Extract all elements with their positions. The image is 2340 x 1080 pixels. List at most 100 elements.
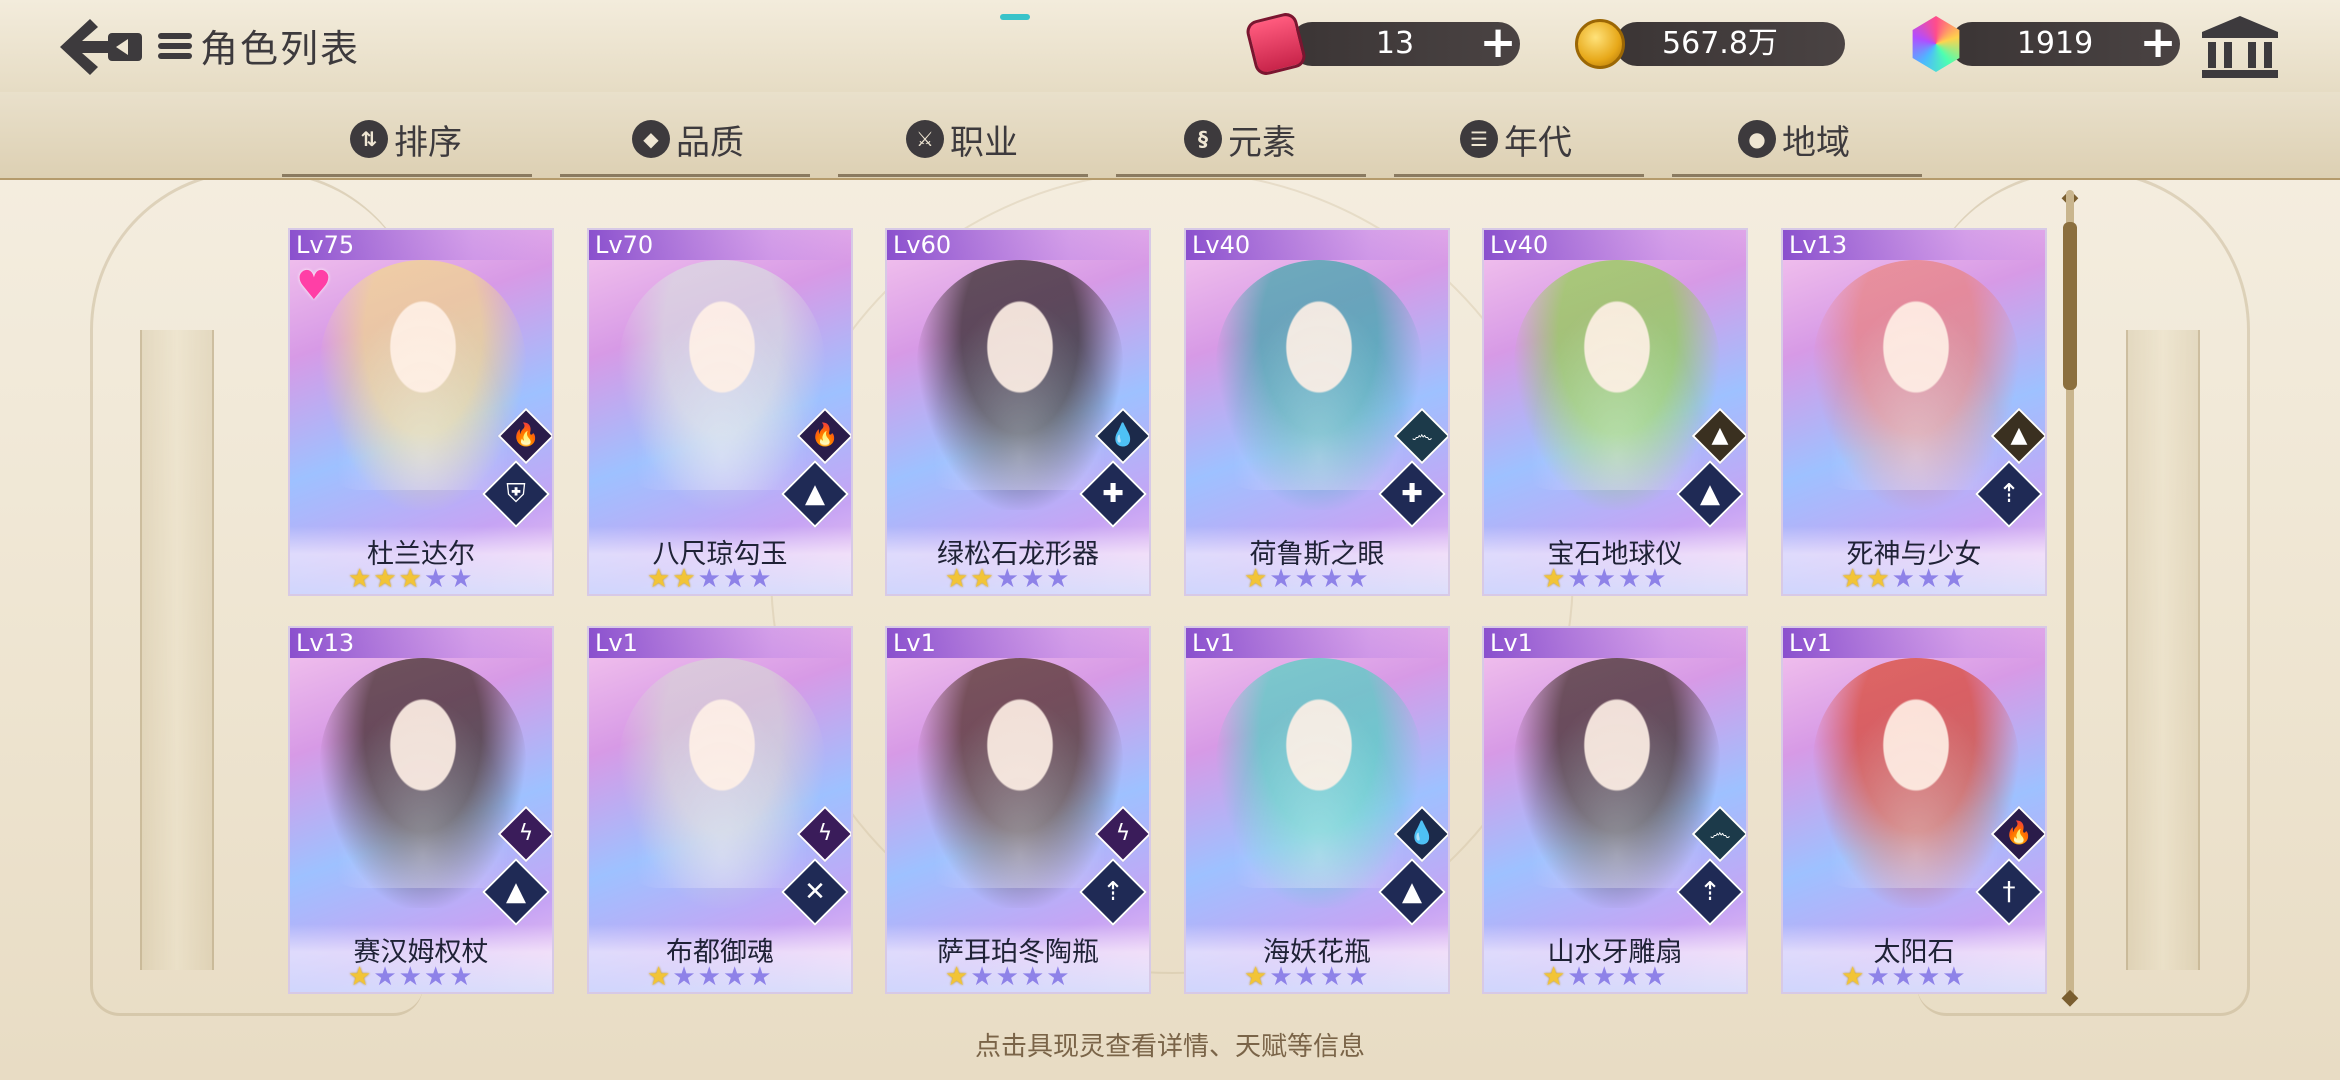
star-icon: ★ <box>945 564 969 594</box>
star-icon: ★ <box>449 564 473 594</box>
museum-button[interactable] <box>2200 14 2280 80</box>
element-icon: § <box>1184 120 1222 158</box>
gem-resource: 1919 + <box>1910 14 2190 74</box>
filter-element-label: 元素 <box>1228 122 1296 163</box>
star-rating: ★ ★ ★ ★ ★ <box>1841 963 1966 991</box>
star-icon: ★ <box>1617 564 1642 594</box>
star-icon: ★ <box>1244 962 1268 992</box>
filter-quality[interactable]: ◆ 品质 <box>632 114 744 164</box>
star-rating: ★ ★ ★ ★ ★ <box>945 565 1070 593</box>
star-icon: ★ <box>449 962 473 992</box>
star-icon: ★ <box>423 962 448 992</box>
star-icon: ★ <box>1617 962 1642 992</box>
star-icon: ★ <box>748 564 772 594</box>
character-card[interactable]: Lv1 🔥 † 太阳石 ★ ★ ★ ★ ★ <box>1781 626 2047 994</box>
star-rating: ★ ★ ★ ★ ★ <box>1841 565 1966 593</box>
star-icon: ★ <box>398 962 422 992</box>
star-icon: ★ <box>995 564 1019 594</box>
character-card[interactable]: Lv40 ▲ ▲ 宝石地球仪 ★ ★ ★ ★ ★ <box>1482 228 1748 596</box>
star-icon: ★ <box>672 564 696 594</box>
star-icon: ★ <box>1020 564 1045 594</box>
character-card[interactable]: Lv60 💧 ✚ 绿松石龙形器 ★ ★ ★ ★ ★ <box>885 228 1151 596</box>
star-rating: ★ ★ ★ ★ ★ <box>945 963 1070 991</box>
filter-quality-label: 品质 <box>676 122 744 163</box>
star-icon: ★ <box>1916 564 1941 594</box>
star-icon: ★ <box>945 962 969 992</box>
star-icon: ★ <box>1942 962 1966 992</box>
star-rating: ★ ★ ★ ★ ★ <box>1542 963 1667 991</box>
top-bar: 角色列表 13 + 567.8万 1919 + <box>0 0 2340 95</box>
character-card[interactable]: Lv13 ϟ ▲ 赛汉姆权杖 ★ ★ ★ ★ ★ <box>288 626 554 994</box>
card-level: Lv13 <box>296 629 355 657</box>
character-card[interactable]: Lv1 ෴ ⇡ 山水牙雕扇 ★ ★ ★ ★ ★ <box>1482 626 1748 994</box>
card-level: Lv40 <box>1490 231 1549 259</box>
filter-sort[interactable]: ⇅ 排序 <box>350 114 462 164</box>
card-level: Lv1 <box>1192 629 1235 657</box>
pillar-right <box>2126 330 2200 970</box>
back-button[interactable] <box>56 12 146 82</box>
star-icon: ★ <box>647 564 671 594</box>
star-icon: ★ <box>1319 962 1344 992</box>
star-icon: ★ <box>748 962 772 992</box>
star-icon: ★ <box>1643 962 1667 992</box>
scroll-thumb[interactable] <box>2063 222 2077 390</box>
card-level: Lv13 <box>1789 231 1848 259</box>
filter-sort-label: 排序 <box>394 122 462 163</box>
filter-bar: ⇅ 排序 ◆ 品质 ⚔ 职业 § 元素 ☰ 年代 ● 地域 <box>0 92 2340 180</box>
star-icon: ★ <box>1046 962 1070 992</box>
card-level: Lv75 <box>296 231 355 259</box>
star-icon: ★ <box>697 962 721 992</box>
star-icon: ★ <box>647 962 671 992</box>
star-rating: ★ ★ ★ ★ ★ <box>1244 963 1369 991</box>
character-card[interactable]: Lv40 ෴ ✚ 荷鲁斯之眼 ★ ★ ★ ★ ★ <box>1184 228 1450 596</box>
character-card[interactable]: Lv13 ▲ ⇡ 死神与少女 ★ ★ ★ ★ ★ <box>1781 228 2047 596</box>
star-icon: ★ <box>1244 564 1268 594</box>
character-card[interactable]: Lv75 ♥ 🔥 ⛨ 杜兰达尔 ★ ★ ★ ★ ★ <box>288 228 554 596</box>
star-icon: ★ <box>1592 564 1616 594</box>
star-icon: ★ <box>1020 962 1045 992</box>
star-icon: ★ <box>1592 962 1616 992</box>
filter-class-label: 职业 <box>950 122 1018 163</box>
stamina-resource: 13 + <box>1243 10 1530 78</box>
star-icon: ★ <box>722 962 747 992</box>
filter-class[interactable]: ⚔ 职业 <box>906 114 1018 164</box>
star-icon: ★ <box>1841 564 1865 594</box>
favorite-heart-icon: ♥ <box>296 263 332 309</box>
star-icon: ★ <box>1942 564 1966 594</box>
star-icon: ★ <box>970 564 994 594</box>
add-gem-button[interactable]: + <box>2138 21 2178 65</box>
museum-icon <box>2202 16 2278 78</box>
star-rating: ★ ★ ★ ★ ★ <box>1542 565 1667 593</box>
star-icon: ★ <box>1294 962 1318 992</box>
character-card[interactable]: Lv70 🔥 ▲ 八尺琼勾玉 ★ ★ ★ ★ ★ <box>587 228 853 596</box>
gem-value: 1919 <box>2016 26 2094 61</box>
region-icon: ● <box>1738 120 1776 158</box>
star-icon: ★ <box>1294 564 1318 594</box>
star-icon: ★ <box>1866 564 1890 594</box>
character-card[interactable]: Lv1 ϟ ⇡ 萨耳珀冬陶瓶 ★ ★ ★ ★ ★ <box>885 626 1151 994</box>
add-stamina-button[interactable]: + <box>1478 21 1518 65</box>
star-icon: ★ <box>373 962 397 992</box>
star-icon: ★ <box>970 962 994 992</box>
filter-era[interactable]: ☰ 年代 <box>1460 114 1572 164</box>
star-icon: ★ <box>373 564 397 594</box>
stamina-value: 13 <box>1375 26 1415 61</box>
star-icon: ★ <box>348 962 372 992</box>
star-icon: ★ <box>1567 564 1591 594</box>
star-icon: ★ <box>1345 962 1369 992</box>
star-rating: ★ ★ ★ ★ ★ <box>1244 565 1369 593</box>
character-card[interactable]: Lv1 ϟ ✕ 布都御魂 ★ ★ ★ ★ ★ <box>587 626 853 994</box>
class-icon: ⚔ <box>906 120 944 158</box>
list-icon <box>158 29 192 63</box>
star-icon: ★ <box>1891 962 1915 992</box>
card-level: Lv1 <box>1789 629 1832 657</box>
filter-region[interactable]: ● 地域 <box>1738 114 1850 164</box>
sort-icon: ⇅ <box>350 120 388 158</box>
filter-element[interactable]: § 元素 <box>1184 114 1296 164</box>
star-icon: ★ <box>1542 564 1566 594</box>
character-card[interactable]: Lv1 💧 ▲ 海妖花瓶 ★ ★ ★ ★ ★ <box>1184 626 1450 994</box>
gold-resource: 567.8万 <box>1575 14 1855 74</box>
star-icon: ★ <box>423 564 448 594</box>
character-grid: Lv75 ♥ 🔥 ⛨ 杜兰达尔 ★ ★ ★ ★ ★ Lv70 🔥 ▲ 八尺琼勾玉 ★ ★ ★ ★ ★ Lv60 💧 ✚ 绿松… <box>288 228 2048 998</box>
star-rating: ★ ★ ★ ★ ★ <box>348 963 473 991</box>
